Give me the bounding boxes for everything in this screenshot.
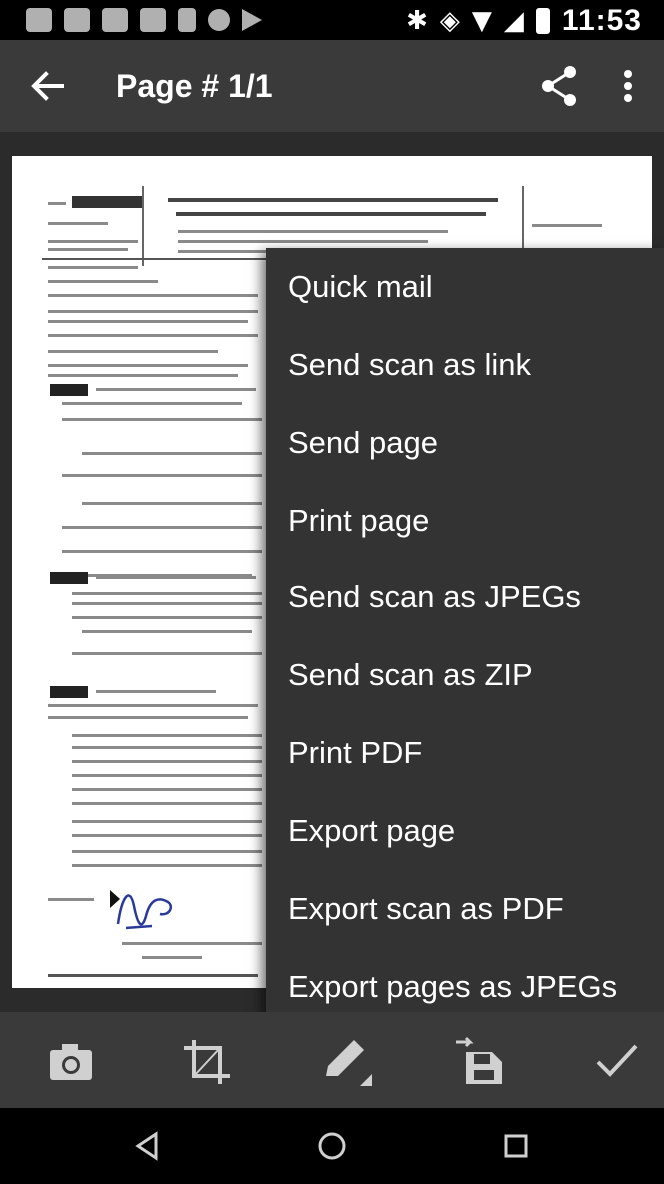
vibrate-icon: ◈ bbox=[439, 6, 460, 36]
menu-item-print-pdf[interactable]: Print PDF bbox=[266, 714, 664, 792]
nav-back-button[interactable] bbox=[130, 1128, 166, 1164]
bluetooth-icon: ✱ bbox=[406, 6, 428, 36]
part-2-label bbox=[50, 572, 88, 584]
notification-icon bbox=[102, 8, 128, 32]
app-toolbar: Page # 1/1 bbox=[0, 40, 664, 132]
notification-icon bbox=[64, 8, 90, 32]
triangle-back-icon bbox=[135, 1131, 158, 1161]
status-bar: ✱ ◈ ▼ ◢ 11:53 bbox=[0, 0, 664, 40]
bottom-action-bar bbox=[0, 1012, 664, 1108]
part-1-label bbox=[50, 384, 88, 396]
wifi-icon: ▼ bbox=[471, 6, 492, 36]
play-store-icon bbox=[242, 9, 262, 31]
form-heading bbox=[168, 198, 498, 202]
notification-icon bbox=[178, 8, 196, 32]
more-options-button[interactable] bbox=[606, 62, 650, 110]
share-options-menu: Quick mail Send scan as link Send page P… bbox=[266, 248, 664, 1020]
save-button[interactable] bbox=[452, 1034, 506, 1088]
system-icons: ✱ ◈ ▼ ◢ 11:53 bbox=[406, 4, 642, 38]
notification-icon bbox=[208, 9, 230, 31]
square-recents-icon bbox=[504, 1134, 528, 1158]
save-icon bbox=[456, 1036, 502, 1084]
menu-item-export-scan-as-pdf[interactable]: Export scan as PDF bbox=[266, 870, 664, 948]
circle-home-icon bbox=[318, 1132, 346, 1160]
edit-button[interactable] bbox=[318, 1034, 372, 1088]
menu-item-export-page[interactable]: Export page bbox=[266, 792, 664, 870]
signal-icon: ◢ bbox=[503, 6, 524, 36]
menu-item-print-page[interactable]: Print page bbox=[266, 482, 664, 560]
notification-icons bbox=[26, 8, 262, 32]
clock: 11:53 bbox=[561, 4, 642, 37]
share-icon bbox=[542, 66, 576, 106]
sign-here-label bbox=[48, 898, 94, 901]
nav-recents-button[interactable] bbox=[498, 1128, 534, 1164]
signature-image bbox=[116, 894, 172, 930]
nav-home-button[interactable] bbox=[314, 1128, 350, 1164]
camera-button[interactable] bbox=[44, 1034, 98, 1088]
crop-button[interactable] bbox=[180, 1034, 234, 1088]
crop-icon bbox=[184, 1040, 230, 1084]
menu-item-send-page[interactable]: Send page bbox=[266, 404, 664, 482]
share-button[interactable] bbox=[536, 62, 584, 110]
page-title: Page # 1/1 bbox=[116, 68, 273, 104]
system-navigation-bar bbox=[0, 1108, 664, 1184]
menu-item-send-scan-as-link[interactable]: Send scan as link bbox=[266, 326, 664, 404]
done-button[interactable] bbox=[590, 1034, 644, 1088]
check-icon bbox=[596, 1044, 638, 1077]
menu-item-send-scan-as-zip[interactable]: Send scan as ZIP bbox=[266, 636, 664, 714]
part-3-label bbox=[50, 686, 88, 698]
arrow-back-icon bbox=[31, 71, 64, 101]
menu-item-send-scan-as-jpegs[interactable]: Send scan as JPEGs bbox=[266, 558, 664, 636]
back-button[interactable] bbox=[24, 62, 72, 110]
battery-icon bbox=[535, 8, 550, 34]
notification-icon bbox=[26, 8, 52, 32]
camera-icon bbox=[50, 1044, 92, 1080]
menu-item-quick-mail[interactable]: Quick mail bbox=[266, 248, 664, 326]
more-vert-icon bbox=[624, 70, 632, 102]
form-number bbox=[72, 196, 142, 208]
notification-icon bbox=[140, 8, 166, 32]
pencil-icon bbox=[326, 1040, 372, 1086]
